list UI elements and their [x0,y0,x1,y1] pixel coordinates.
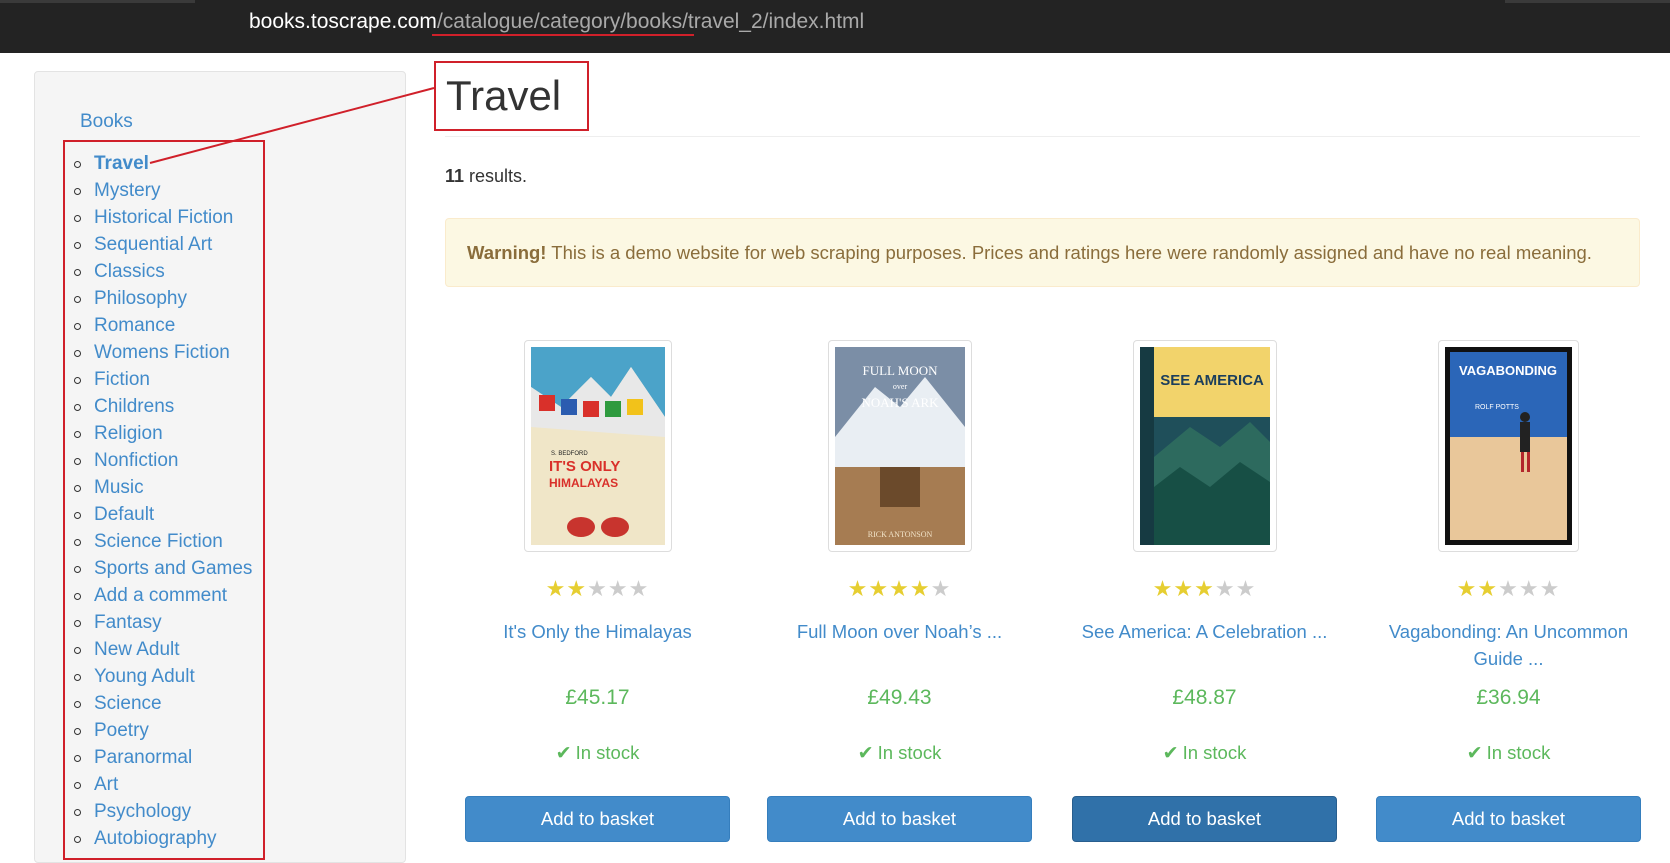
star-icon: ★ [1477,576,1499,601]
product-title-link[interactable]: It's Only the Himalayas [465,618,730,645]
svg-text:IT'S ONLY: IT'S ONLY [549,458,620,475]
star-icon: ★ [607,576,629,601]
product-card: S. BEDFORD IT'S ONLY HIMALAYAS ★★★★★ It'… [465,340,730,860]
availability: ✔ In stock [767,742,1032,765]
annotation-underline [432,34,694,36]
star-icon: ★ [1194,576,1215,601]
star-icon: ★ [1518,576,1540,601]
check-icon: ✔ [1466,743,1483,764]
star-icon: ★ [545,576,567,601]
svg-text:SEE AMERICA: SEE AMERICA [1160,372,1264,389]
star-icon: ★ [1214,576,1236,601]
star-icon: ★ [847,576,869,601]
svg-text:VAGABONDING: VAGABONDING [1459,363,1557,378]
availability: ✔ In stock [1072,742,1337,765]
himalayas-cover-art: S. BEDFORD IT'S ONLY HIMALAYAS [531,347,665,545]
url-path: /catalogue/category/books/travel_2/index… [436,10,865,33]
warning-text: This is a demo website for web scraping … [546,242,1592,263]
star-icon: ★ [889,576,910,601]
sidebar-books-link[interactable]: Books [80,111,133,133]
star-icon: ★ [1539,576,1561,601]
annotation-title-box [434,61,589,131]
add-to-basket-button[interactable]: Add to basket [767,796,1032,842]
tab-strip-edge-right [1505,0,1670,3]
product-card: FULL MOON over NOAH'S ARK RICK ANTONSON … [767,340,1032,860]
availability-text: In stock [1486,742,1551,763]
url-host: books.toscrape.com [249,10,437,33]
results-label: results. [464,166,528,186]
book-cover-see-america[interactable]: SEE AMERICA [1133,340,1277,552]
star-icon: ★ [1152,576,1174,601]
address-bar[interactable]: books.toscrape.com/catalogue/category/bo… [0,0,1670,53]
star-icon: ★ [1235,576,1257,601]
star-icon: ★ [909,576,931,601]
check-icon: ✔ [555,743,572,764]
check-icon: ✔ [857,743,874,764]
check-icon: ✔ [1162,743,1179,764]
warning-alert: Warning! This is a demo website for web … [445,218,1640,287]
divider [445,136,1640,137]
tab-strip-edge [0,0,195,3]
vagabonding-cover-art: VAGABONDING ROLF POTTS [1445,347,1572,545]
product-title-link[interactable]: See America: A Celebration ... [1072,618,1337,645]
add-to-basket-button[interactable]: Add to basket [1376,796,1641,842]
full-moon-cover-art: FULL MOON over NOAH'S ARK RICK ANTONSON [835,347,965,545]
star-rating: ★★★★★ [767,577,1032,601]
warning-label: Warning! [467,242,547,263]
product-title-link[interactable]: Vagabonding: An Uncommon Guide ... [1376,618,1641,672]
results-number: 11 [445,166,465,186]
results-count: 11 results. [445,166,527,187]
star-rating: ★★★★★ [465,577,730,601]
star-icon: ★ [587,576,608,601]
product-card: SEE AMERICA ★★★★★ See America: A Celebra… [1072,340,1337,860]
product-price: £45.17 [565,686,630,709]
svg-text:over: over [893,382,908,391]
cover-author: S. BEDFORD [551,451,588,457]
star-icon: ★ [566,576,588,601]
product-price: £48.87 [1172,686,1237,709]
star-icon: ★ [868,576,890,601]
availability-text: In stock [1182,742,1247,763]
product-price: £36.94 [1476,686,1541,709]
url-text[interactable]: books.toscrape.com/catalogue/category/bo… [249,9,864,35]
svg-text:RICK ANTONSON: RICK ANTONSON [868,530,933,539]
svg-text:FULL MOON: FULL MOON [863,363,939,378]
star-icon: ★ [1456,576,1478,601]
availability-text: In stock [575,742,640,763]
star-icon: ★ [930,576,952,601]
book-cover-vagabonding[interactable]: VAGABONDING ROLF POTTS [1438,340,1579,552]
product-title-link[interactable]: Full Moon over Noah’s ... [767,618,1032,645]
availability-text: In stock [877,742,942,763]
book-cover-full-moon[interactable]: FULL MOON over NOAH'S ARK RICK ANTONSON [828,340,972,552]
star-rating: ★★★★★ [1072,577,1337,601]
product-price: £49.43 [867,686,932,709]
see-america-cover-art: SEE AMERICA [1140,347,1270,545]
star-rating: ★★★★★ [1376,577,1641,601]
add-to-basket-button[interactable]: Add to basket [1072,796,1337,842]
svg-text:ROLF POTTS: ROLF POTTS [1475,404,1519,411]
availability: ✔ In stock [1376,742,1641,765]
availability: ✔ In stock [465,742,730,765]
product-card: VAGABONDING ROLF POTTS ★★★★★ Vagabonding… [1376,340,1641,860]
star-icon: ★ [1173,576,1195,601]
annotation-category-box [63,140,265,860]
svg-text:NOAH'S ARK: NOAH'S ARK [861,395,939,410]
svg-text:HIMALAYAS: HIMALAYAS [549,476,618,490]
add-to-basket-button[interactable]: Add to basket [465,796,730,842]
star-icon: ★ [628,576,650,601]
book-cover-himalayas[interactable]: S. BEDFORD IT'S ONLY HIMALAYAS [524,340,672,552]
star-icon: ★ [1498,576,1519,601]
